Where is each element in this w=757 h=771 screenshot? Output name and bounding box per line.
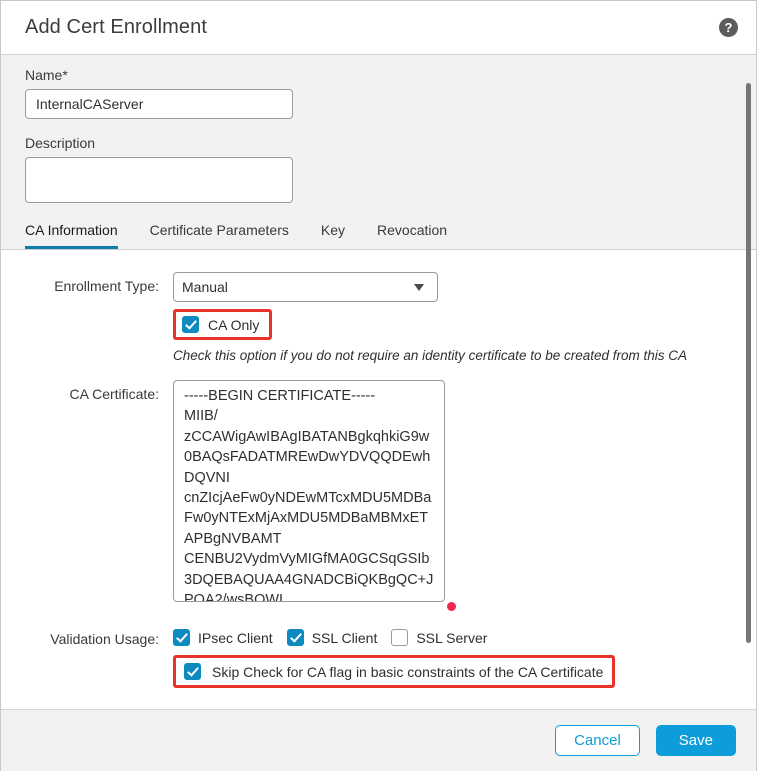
validation-usage-label: Validation Usage: (50, 631, 159, 647)
ca-certificate-row: CA Certificate: -----BEGIN CERTIFICATE--… (1, 380, 756, 611)
skip-check-label: Skip Check for CA flag in basic constrai… (212, 663, 604, 680)
ssl-server-checkbox[interactable] (391, 629, 409, 646)
description-label: Description (25, 135, 96, 151)
ipsec-client-label: IPsec Client (198, 629, 273, 646)
tab-revocation[interactable]: Revocation (377, 222, 447, 249)
dialog-body: Name* Description CA Information Certifi… (1, 55, 756, 709)
validation-option-ipsec-client[interactable]: IPsec Client (173, 629, 273, 646)
enrollment-type-select-wrap: Manual (173, 272, 438, 302)
page-title: Add Cert Enrollment (25, 16, 207, 38)
marker-dot-icon (447, 602, 456, 611)
cancel-button[interactable]: Cancel (555, 725, 640, 756)
validation-option-ssl-server[interactable]: SSL Server (391, 629, 487, 646)
ca-information-panel: Enrollment Type: Manual CA Only Check th… (1, 250, 756, 688)
description-input[interactable] (25, 157, 293, 203)
ca-only-highlight-box: CA Only (173, 309, 273, 340)
ca-certificate-textarea[interactable]: -----BEGIN CERTIFICATE----- MIIB/ zCCAWi… (173, 380, 445, 602)
ssl-client-checkbox[interactable] (286, 629, 304, 646)
name-input[interactable] (25, 89, 293, 119)
tab-bar: CA Information Certificate Parameters Ke… (25, 217, 756, 249)
ssl-server-label: SSL Server (416, 629, 488, 646)
ssl-client-label: SSL Client (311, 629, 378, 646)
dialog-footer: Cancel Save (1, 709, 756, 771)
dialog-header: Add Cert Enrollment ? (1, 1, 756, 55)
ca-only-checkbox[interactable] (182, 316, 199, 333)
skip-check-checkbox[interactable] (184, 663, 201, 680)
add-cert-enrollment-dialog: Add Cert Enrollment ? Name* Description … (0, 0, 757, 771)
enrollment-type-row: Enrollment Type: Manual CA Only Check th… (1, 272, 756, 366)
help-circle-icon[interactable]: ? (719, 18, 738, 37)
skip-check-highlight-box: Skip Check for CA flag in basic constrai… (173, 655, 616, 688)
tab-ca-information[interactable]: CA Information (25, 222, 118, 249)
vertical-scrollbar-thumb[interactable] (746, 83, 751, 643)
tab-key[interactable]: Key (321, 222, 345, 249)
ca-certificate-box: -----BEGIN CERTIFICATE----- MIIB/ zCCAWi… (173, 380, 456, 611)
ipsec-client-checkbox[interactable] (173, 629, 190, 646)
name-label: Name* (25, 67, 68, 83)
vertical-scrollbar[interactable] (743, 55, 754, 709)
tab-certificate-parameters[interactable]: Certificate Parameters (150, 222, 289, 249)
enrollment-type-select[interactable]: Manual (173, 272, 438, 302)
ca-certificate-label: CA Certificate: (69, 386, 159, 402)
validation-usage-row: Validation Usage: IPsec Client SSL Clien… (1, 629, 756, 688)
validation-option-ssl-client[interactable]: SSL Client (286, 629, 378, 646)
validation-usage-options: IPsec Client SSL Client SSL Server (173, 629, 756, 646)
ca-only-label: CA Only (208, 316, 260, 333)
top-form-section: Name* Description CA Information Certifi… (1, 55, 756, 250)
ca-only-hint: Check this option if you do not require … (173, 348, 688, 363)
enrollment-type-label: Enrollment Type: (54, 278, 159, 294)
save-button[interactable]: Save (655, 725, 736, 756)
